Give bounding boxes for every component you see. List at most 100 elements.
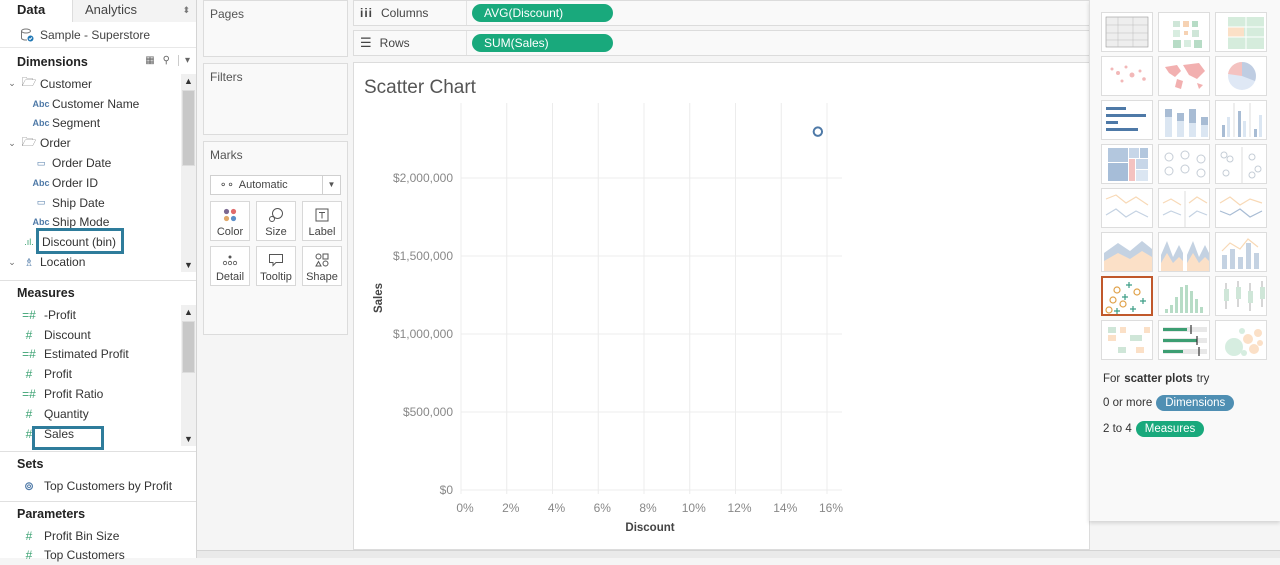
color-label: Color xyxy=(216,226,244,238)
measure-item-neg-profit[interactable]: =# -Profit xyxy=(0,305,196,325)
pages-card[interactable]: Pages xyxy=(203,0,348,57)
param-item-top-customers[interactable]: # Top Customers xyxy=(0,546,196,565)
menu-dropdown-icon[interactable]: ▾ xyxy=(177,55,190,66)
lines-continuous-icon xyxy=(1105,194,1149,218)
color-button[interactable]: Color xyxy=(210,201,250,241)
show-me-area-continuous[interactable] xyxy=(1101,232,1153,272)
mark-type-dropdown[interactable]: ⚬⚬ Automatic ▼ xyxy=(210,175,341,195)
measures-list: =# -Profit # Discount =# Estimated Profit #… xyxy=(0,305,196,450)
measure-item-discount[interactable]: # Discount xyxy=(0,325,196,345)
measure-item-profit[interactable]: # Profit xyxy=(0,364,196,384)
y-tick-label: $1,000,000 xyxy=(393,327,453,341)
rows-pill[interactable]: SUM(Sales) xyxy=(472,34,613,52)
size-button[interactable]: Size xyxy=(256,201,296,241)
side-by-side-circles-icon xyxy=(1220,147,1262,183)
show-me-stacked-bars[interactable] xyxy=(1158,100,1210,140)
tab-analytics[interactable]: Analytics ⬍ xyxy=(72,0,196,22)
param-item-profit-bin-size[interactable]: # Profit Bin Size xyxy=(0,526,196,546)
show-me-area-discrete[interactable] xyxy=(1158,232,1210,272)
string-icon: Abc xyxy=(32,177,50,188)
show-me-dual-lines[interactable] xyxy=(1215,188,1267,228)
dim-item-location[interactable]: ⌄ ♗ Location xyxy=(0,252,196,272)
shape-button[interactable]: Shape xyxy=(302,246,342,286)
measure-item-estimated-profit[interactable]: =# Estimated Profit xyxy=(0,345,196,365)
symbol-map-icon xyxy=(1110,65,1146,83)
dim-item-order-id[interactable]: Abc Order ID xyxy=(0,173,196,193)
pie-chart-icon xyxy=(1228,61,1256,90)
show-me-symbol-map[interactable] xyxy=(1101,56,1153,96)
show-me-lines-continuous[interactable] xyxy=(1101,188,1153,228)
tooltip-button[interactable]: Tooltip xyxy=(256,246,296,286)
bullet-graph-icon xyxy=(1163,325,1207,356)
show-me-histogram[interactable] xyxy=(1158,276,1210,316)
view-data-icon[interactable]: ▦ xyxy=(145,55,154,66)
label-button[interactable]: Label xyxy=(302,201,342,241)
folder-icon: 🗁 xyxy=(21,134,37,149)
measure-item-profit-ratio[interactable]: =# Profit Ratio xyxy=(0,384,196,404)
show-me-scatter-plot[interactable] xyxy=(1101,276,1153,316)
x-axis-title[interactable]: Discount xyxy=(625,522,674,534)
dim-item-customer[interactable]: ⌄ 🗁 Customer xyxy=(0,74,196,94)
show-me-side-by-side-bars[interactable] xyxy=(1215,100,1267,140)
detail-button[interactable]: Detail xyxy=(210,246,250,286)
show-me-filled-map[interactable] xyxy=(1158,56,1210,96)
filters-card[interactable]: Filters xyxy=(203,63,348,135)
show-me-pie-chart[interactable] xyxy=(1215,56,1267,96)
show-me-gantt-chart[interactable] xyxy=(1101,320,1153,360)
chevron-down-icon[interactable]: ⌄ xyxy=(6,78,18,89)
measures-title: Measures xyxy=(17,286,75,300)
dim-item-ship-date[interactable]: ▭ Ship Date xyxy=(0,193,196,213)
show-me-dual-combination[interactable] xyxy=(1215,232,1267,272)
dim-item-order-date[interactable]: ▭ Order Date xyxy=(0,153,196,173)
show-me-bullet-graph[interactable] xyxy=(1158,320,1210,360)
histogram-icon xyxy=(1165,285,1203,313)
side-by-side-bars-icon xyxy=(1222,103,1262,137)
datasource-row[interactable]: Sample - Superstore xyxy=(0,22,196,48)
scroll-thumb[interactable] xyxy=(182,321,195,373)
measures-scrollbar[interactable]: ▲ ▼ xyxy=(181,305,196,446)
show-me-circle-views[interactable] xyxy=(1158,144,1210,184)
show-me-box-and-whisker[interactable] xyxy=(1215,276,1267,316)
show-me-side-by-side-circles[interactable] xyxy=(1215,144,1267,184)
datasource-name: Sample - Superstore xyxy=(40,27,151,42)
show-me-packed-bubbles[interactable] xyxy=(1215,320,1267,360)
scroll-thumb[interactable] xyxy=(182,90,195,166)
show-me-text-table[interactable] xyxy=(1101,12,1153,52)
columns-pill[interactable]: AVG(Discount) xyxy=(472,4,613,22)
updown-icon[interactable]: ⬍ xyxy=(182,0,190,20)
marks-title: Marks xyxy=(210,148,243,162)
scroll-down-icon[interactable]: ▼ xyxy=(181,434,196,444)
show-me-treemap[interactable] xyxy=(1101,144,1153,184)
tab-data[interactable]: Data xyxy=(0,0,72,22)
hint-chart-type: scatter plots xyxy=(1124,373,1193,385)
chevron-down-icon[interactable]: ⌄ xyxy=(6,257,18,268)
show-me-highlight-table[interactable] xyxy=(1215,12,1267,52)
scroll-up-icon[interactable]: ▲ xyxy=(181,76,196,86)
data-point[interactable] xyxy=(812,126,824,137)
y-axis-title[interactable]: Sales xyxy=(373,283,385,313)
chevron-down-icon[interactable]: ⌄ xyxy=(6,138,18,149)
search-icon[interactable]: ⚲ xyxy=(163,55,170,66)
sets-title: Sets xyxy=(17,457,44,471)
scroll-down-icon[interactable]: ▼ xyxy=(181,260,196,270)
scroll-up-icon[interactable]: ▲ xyxy=(181,307,196,317)
size-icon xyxy=(257,205,295,225)
hint-suffix: try xyxy=(1196,373,1210,385)
dim-item-customer-name[interactable]: Abc Customer Name xyxy=(0,94,196,114)
show-me-lines-discrete[interactable] xyxy=(1158,188,1210,228)
set-item-top-customers-by-profit[interactable]: ⊚ Top Customers by Profit xyxy=(0,476,196,496)
rows-shelf[interactable]: ☰ Rows SUM(Sales) xyxy=(353,30,1090,56)
mark-shapes-icon: ⚬⚬ xyxy=(219,179,235,191)
dimensions-scrollbar[interactable]: ▲ ▼ xyxy=(181,74,196,272)
columns-shelf[interactable]: iii Columns AVG(Discount) xyxy=(353,0,1090,26)
scatter-chart: $0 $500,000 $1,000,000 $1,500,000 $2,000,000… xyxy=(373,103,843,534)
dim-label: Ship Date xyxy=(52,195,105,210)
x-tick-label: 4% xyxy=(548,501,566,515)
dim-item-order[interactable]: ⌄ 🗁 Order xyxy=(0,133,196,153)
measure-item-quantity[interactable]: # Quantity xyxy=(0,404,196,424)
show-me-horizontal-bars[interactable] xyxy=(1101,100,1153,140)
highlight-box-discount-bin xyxy=(36,228,124,254)
dim-item-segment[interactable]: Abc Segment xyxy=(0,114,196,134)
show-me-heat-map[interactable] xyxy=(1158,12,1210,52)
chevron-down-icon[interactable]: ▼ xyxy=(322,176,340,194)
